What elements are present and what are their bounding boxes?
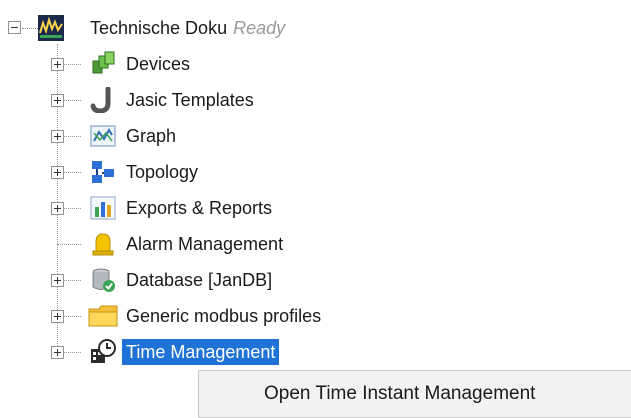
tree-node-graph[interactable]: Graph [0, 121, 260, 151]
tree-node-alarm-management[interactable]: Alarm Management [0, 229, 340, 259]
devices-icon [90, 51, 116, 77]
time-management-icon [90, 339, 116, 365]
tree-connector [57, 244, 81, 245]
tree-node-root-label: Technische Doku Ready [90, 15, 285, 41]
bar-chart-icon [90, 195, 116, 221]
tree-node-label-selected: Time Management [122, 339, 280, 365]
tree-node-jasic-templates[interactable]: Jasic Templates [0, 85, 320, 115]
expand-icon[interactable] [51, 94, 64, 107]
expand-icon[interactable] [51, 166, 64, 179]
tree-node-label: Graph [126, 126, 177, 146]
alarm-bell-icon [90, 231, 116, 257]
root-status: Ready [233, 18, 286, 38]
tree-node-label: Topology [126, 162, 199, 182]
expand-icon[interactable] [51, 346, 64, 359]
tree-node-root[interactable]: Technische Doku Ready [0, 13, 340, 43]
root-title: Technische Doku [90, 18, 228, 38]
tree-node-time-management[interactable]: Time Management [0, 337, 330, 367]
database-icon [90, 267, 116, 293]
expand-icon[interactable] [51, 130, 64, 143]
collapse-icon[interactable] [8, 21, 21, 34]
context-menu: Open Time Instant Management [198, 370, 631, 418]
tree-node-label: Generic modbus profiles [126, 306, 322, 326]
expand-icon[interactable] [51, 310, 64, 323]
tree-node-label: Alarm Management [126, 234, 284, 254]
tree-node-database[interactable]: Database [JanDB] [0, 265, 330, 295]
tree-node-label: Exports & Reports [126, 198, 273, 218]
expand-icon[interactable] [51, 202, 64, 215]
project-tree: Technische Doku Ready Devices Jasic Templ… [0, 0, 631, 414]
tree-node-label: Database [JanDB] [126, 270, 273, 290]
tree-node-topology[interactable]: Topology [0, 157, 260, 187]
expand-icon[interactable] [51, 274, 64, 287]
topology-icon [90, 159, 116, 185]
tree-node-generic-modbus-profiles[interactable]: Generic modbus profiles [0, 301, 380, 331]
app-logo-icon [38, 15, 64, 41]
tree-node-label: Devices [126, 54, 191, 74]
tree-node-label: Jasic Templates [126, 90, 254, 110]
folder-icon [88, 303, 118, 329]
tree-node-exports-reports[interactable]: Exports & Reports [0, 193, 330, 223]
menu-item-open-time-instant-management[interactable]: Open Time Instant Management [199, 371, 631, 417]
tree-node-devices[interactable]: Devices [0, 49, 300, 79]
graph-icon [90, 123, 116, 149]
menu-item-label: Open Time Instant Management [264, 383, 536, 404]
expand-icon[interactable] [51, 58, 64, 71]
jasic-j-icon [90, 86, 116, 114]
